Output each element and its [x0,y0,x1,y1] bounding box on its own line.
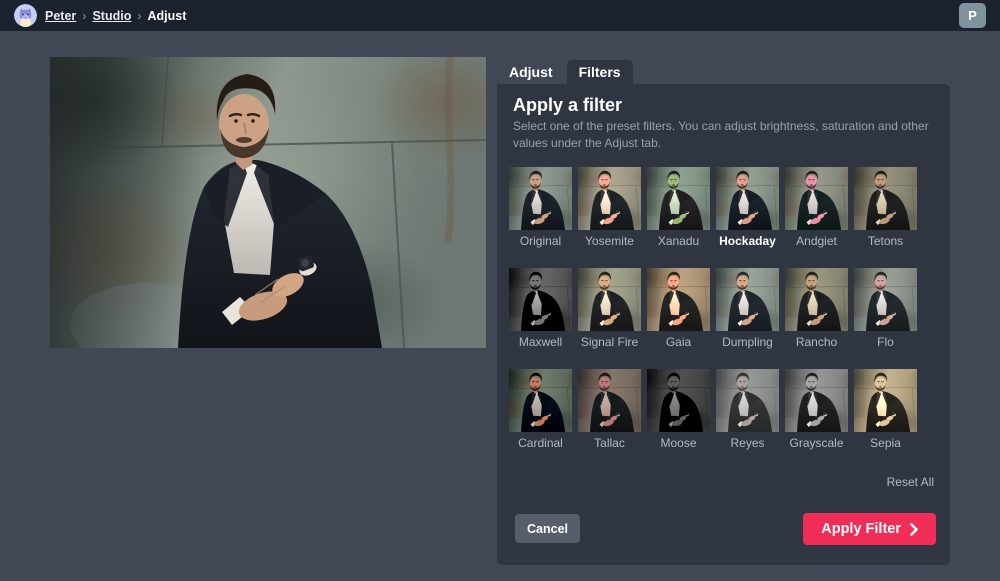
filter-label: Yosemite [578,234,641,248]
breadcrumb: Peter › Studio › Adjust [45,9,186,23]
filter-label: Maxwell [509,335,572,349]
filter-option-reyes[interactable]: Reyes [716,369,779,450]
cancel-button[interactable]: Cancel [515,514,580,543]
filter-label: Cardinal [509,436,572,450]
filter-option-grayscale[interactable]: Grayscale [785,369,848,450]
filter-option-andgiet[interactable]: Andgiet [785,167,848,248]
filter-label: Tallac [578,436,641,450]
filters-panel: Apply a filter Select one of the preset … [497,84,950,565]
filter-thumbnail [509,268,572,331]
filter-thumbnail [785,369,848,432]
filter-label: Reyes [716,436,779,450]
filter-label: Flo [854,335,917,349]
tab-bar: AdjustFilters [497,60,635,84]
profile-button[interactable]: P [959,3,986,28]
filter-option-flo[interactable]: Flo [854,268,917,349]
filter-label: Grayscale [785,436,848,450]
filter-option-rancho[interactable]: Rancho [785,268,848,349]
filter-label: Tetons [854,234,917,248]
panel-description: Select one of the preset filters. You ca… [513,118,933,152]
filter-label: Dumpling [716,335,779,349]
filter-grid: Original Yosemite Xanadu Hockaday Andgiet Tet… [509,167,917,450]
filter-option-dumpling[interactable]: Dumpling [716,268,779,349]
filter-label: Andgiet [785,234,848,248]
filter-label: Xanadu [647,234,710,248]
tab-filters[interactable]: Filters [567,60,633,84]
filter-thumbnail [716,268,779,331]
filter-thumbnail [854,268,917,331]
photo-preview [50,57,486,348]
filter-thumbnail [854,369,917,432]
photo-editor-app: Peter›Studio›Adjust P AdjustFilters Appl… [0,0,1000,581]
panel-title: Apply a filter [513,95,622,116]
filter-label: Original [509,234,572,248]
top-bar: Peter › Studio › Adjust P [0,0,1000,31]
breadcrumb-peter[interactable]: Peter [45,9,76,23]
filter-thumbnail [854,167,917,230]
filter-thumbnail [647,268,710,331]
portrait-image [50,57,486,348]
filter-thumbnail [509,167,572,230]
filter-label: Rancho [785,335,848,349]
user-avatar-icon[interactable] [14,4,37,27]
filter-thumbnail [785,268,848,331]
filter-thumbnail [578,268,641,331]
filter-option-tallac[interactable]: Tallac [578,369,641,450]
tab-adjust[interactable]: Adjust [497,60,565,84]
filter-option-sepia[interactable]: Sepia [854,369,917,450]
reset-all-button[interactable]: Reset All [887,475,934,489]
filter-thumbnail [509,369,572,432]
filter-label: Sepia [854,436,917,450]
breadcrumb-studio[interactable]: Studio [92,9,131,23]
breadcrumb-adjust: Adjust [148,9,187,23]
filter-option-signal-fire[interactable]: Signal Fire [578,268,641,349]
filter-label: Moose [647,436,710,450]
filter-thumbnail [647,167,710,230]
filter-option-gaia[interactable]: Gaia [647,268,710,349]
filter-label: Signal Fire [578,335,641,349]
breadcrumb-separator: › [137,9,141,23]
filter-thumbnail [785,167,848,230]
filter-option-cardinal[interactable]: Cardinal [509,369,572,450]
filter-label: Gaia [647,335,710,349]
filter-option-yosemite[interactable]: Yosemite [578,167,641,248]
filter-option-xanadu[interactable]: Xanadu [647,167,710,248]
filter-option-tetons[interactable]: Tetons [854,167,917,248]
filter-thumbnail [716,167,779,230]
filter-thumbnail [716,369,779,432]
filter-thumbnail [647,369,710,432]
filter-option-maxwell[interactable]: Maxwell [509,268,572,349]
chevron-right-icon [910,523,918,536]
apply-filter-button[interactable]: Apply Filter [803,513,936,545]
filter-option-moose[interactable]: Moose [647,369,710,450]
filter-thumbnail [578,369,641,432]
breadcrumb-separator: › [82,9,86,23]
filter-option-original[interactable]: Original [509,167,572,248]
filter-thumbnail [578,167,641,230]
filter-option-hockaday[interactable]: Hockaday [716,167,779,248]
filter-label: Hockaday [716,234,779,248]
apply-filter-label: Apply Filter [821,521,901,537]
